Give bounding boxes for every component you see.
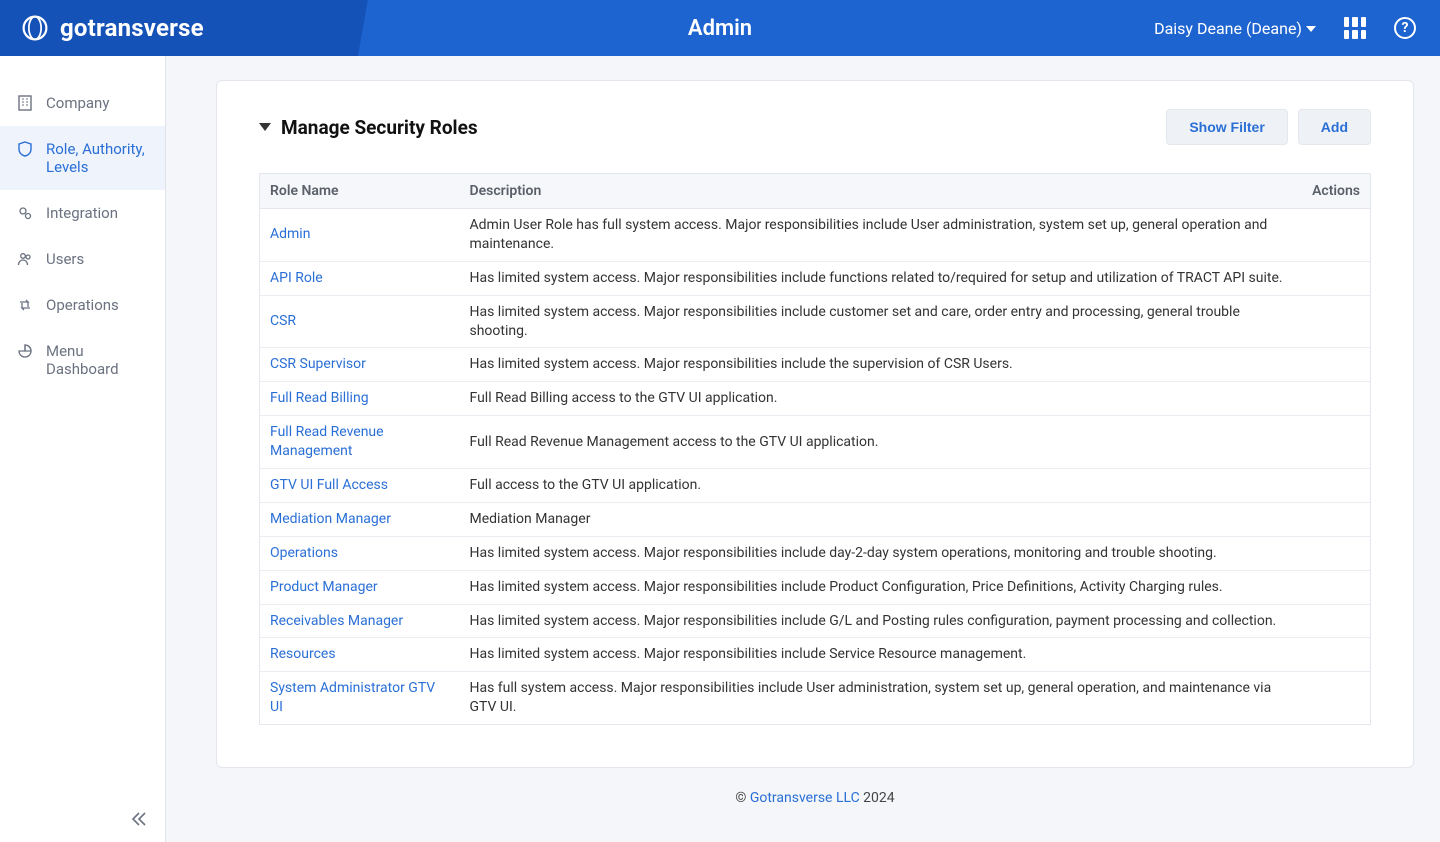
gears-icon — [16, 204, 34, 221]
sidebar-item-integration[interactable]: Integration — [0, 190, 165, 236]
table-row: Product Manager Has limited system access… — [260, 570, 1371, 604]
footer: © Gotransverse LLC 2024 — [216, 768, 1414, 828]
brand-text: gotransverse — [60, 14, 204, 42]
shield-icon — [16, 140, 34, 157]
role-description: Full Read Revenue Management access to t… — [460, 416, 1303, 469]
role-actions-cell — [1302, 638, 1370, 672]
table-row: Operations Has limited system access. Maj… — [260, 536, 1371, 570]
role-actions-cell — [1302, 570, 1370, 604]
footer-link[interactable]: Gotransverse LLC — [750, 790, 860, 806]
role-link[interactable]: CSR — [270, 313, 296, 329]
sidebar-item-operations[interactable]: Operations — [0, 282, 165, 328]
role-actions-cell — [1302, 536, 1370, 570]
footer-year: 2024 — [863, 790, 894, 806]
brand-logo-icon — [20, 13, 50, 43]
table-row: Full Read Billing Full Read Billing acces… — [260, 382, 1371, 416]
sidebar-item-label: Role, Authority, Levels — [46, 140, 155, 176]
sidebar-item-company[interactable]: Company — [0, 80, 165, 126]
show-filter-button[interactable]: Show Filter — [1166, 109, 1287, 145]
table-row: Admin Admin User Role has full system acc… — [260, 209, 1371, 262]
role-actions-cell — [1302, 469, 1370, 503]
role-actions-cell — [1302, 604, 1370, 638]
role-description: Has limited system access. Major respons… — [460, 536, 1303, 570]
role-description: Has full system access. Major responsibi… — [460, 672, 1303, 725]
role-link[interactable]: API Role — [270, 270, 323, 286]
column-actions[interactable]: Actions — [1302, 174, 1370, 209]
sidebar-collapse-button[interactable] — [131, 811, 147, 830]
role-link[interactable]: Full Read Revenue Management — [270, 424, 384, 459]
role-link[interactable]: Mediation Manager — [270, 511, 391, 527]
role-description: Full Read Billing access to the GTV UI a… — [460, 382, 1303, 416]
chevron-down-icon — [1306, 26, 1316, 32]
role-description: Has limited system access. Major respons… — [460, 348, 1303, 382]
role-actions-cell — [1302, 261, 1370, 295]
role-link[interactable]: Operations — [270, 545, 338, 561]
table-row: System Administrator GTV UI Has full syst… — [260, 672, 1371, 725]
main-content: Manage Security Roles Show Filter Add Ro… — [166, 56, 1440, 842]
role-description: Full access to the GTV UI application. — [460, 469, 1303, 503]
table-row: API Role Has limited system access. Major… — [260, 261, 1371, 295]
role-link[interactable]: Admin — [270, 226, 310, 242]
role-actions-cell — [1302, 348, 1370, 382]
table-row: GTV UI Full Access Full access to the GTV… — [260, 469, 1371, 503]
nav-list: Company Role, Authority, Levels Integratio… — [0, 56, 165, 392]
panel-title: Manage Security Roles — [281, 116, 478, 139]
sidebar-item-label: Menu Dashboard — [46, 342, 155, 378]
role-link[interactable]: CSR Supervisor — [270, 356, 366, 372]
table-row: Mediation Manager Mediation Manager — [260, 502, 1371, 536]
table-row: CSR Supervisor Has limited system access.… — [260, 348, 1371, 382]
role-link[interactable]: System Administrator GTV UI — [270, 680, 435, 715]
brand[interactable]: gotransverse — [0, 13, 204, 43]
sidebar-item-label: Operations — [46, 296, 119, 314]
role-actions-cell — [1302, 295, 1370, 348]
role-description: Admin User Role has full system access. … — [460, 209, 1303, 262]
sidebar: Company Role, Authority, Levels Integratio… — [0, 56, 166, 842]
table-row: Receivables Manager Has limited system ac… — [260, 604, 1371, 638]
role-link[interactable]: GTV UI Full Access — [270, 477, 388, 493]
sidebar-item-menu-dashboard[interactable]: Menu Dashboard — [0, 328, 165, 392]
sidebar-item-label: Company — [46, 94, 109, 112]
user-menu[interactable]: Daisy Deane (Deane) — [1154, 19, 1316, 38]
sidebar-item-label: Integration — [46, 204, 118, 222]
users-icon — [16, 250, 34, 267]
role-actions-cell — [1302, 416, 1370, 469]
role-description: Has limited system access. Major respons… — [460, 261, 1303, 295]
panel-collapse-toggle[interactable] — [259, 123, 271, 131]
role-actions-cell — [1302, 502, 1370, 536]
column-role-name[interactable]: Role Name — [260, 174, 460, 209]
manage-security-roles-panel: Manage Security Roles Show Filter Add Ro… — [216, 80, 1414, 768]
role-actions-cell — [1302, 672, 1370, 725]
retweet-icon — [16, 296, 34, 313]
role-description: Has limited system access. Major respons… — [460, 638, 1303, 672]
sidebar-item-users[interactable]: Users — [0, 236, 165, 282]
sidebar-item-role-authority-levels[interactable]: Role, Authority, Levels — [0, 126, 165, 190]
role-link[interactable]: Receivables Manager — [270, 613, 403, 629]
pie-chart-icon — [16, 342, 34, 359]
role-link[interactable]: Full Read Billing — [270, 390, 369, 406]
apps-grid-icon[interactable] — [1344, 17, 1366, 39]
roles-table: Role Name Description Actions AdminAdmin… — [259, 173, 1371, 725]
role-link[interactable]: Resources — [270, 646, 336, 662]
user-label: Daisy Deane (Deane) — [1154, 19, 1302, 38]
table-row: Full Read Revenue Management Full Read Re… — [260, 416, 1371, 469]
role-description: Has limited system access. Major respons… — [460, 295, 1303, 348]
app-header: gotransverse Admin Daisy Deane (Deane) ? — [0, 0, 1440, 56]
copyright-symbol: © — [735, 790, 746, 806]
table-row: CSR Has limited system access. Major resp… — [260, 295, 1371, 348]
role-link[interactable]: Product Manager — [270, 579, 378, 595]
role-actions-cell — [1302, 209, 1370, 262]
role-actions-cell — [1302, 382, 1370, 416]
role-description: Mediation Manager — [460, 502, 1303, 536]
role-description: Has limited system access. Major respons… — [460, 604, 1303, 638]
sidebar-item-label: Users — [46, 250, 84, 268]
column-description[interactable]: Description — [460, 174, 1303, 209]
add-button[interactable]: Add — [1298, 109, 1371, 145]
table-row: Resources Has limited system access. Majo… — [260, 638, 1371, 672]
role-description: Has limited system access. Major respons… — [460, 570, 1303, 604]
help-icon[interactable]: ? — [1394, 17, 1416, 39]
building-icon — [16, 94, 34, 111]
